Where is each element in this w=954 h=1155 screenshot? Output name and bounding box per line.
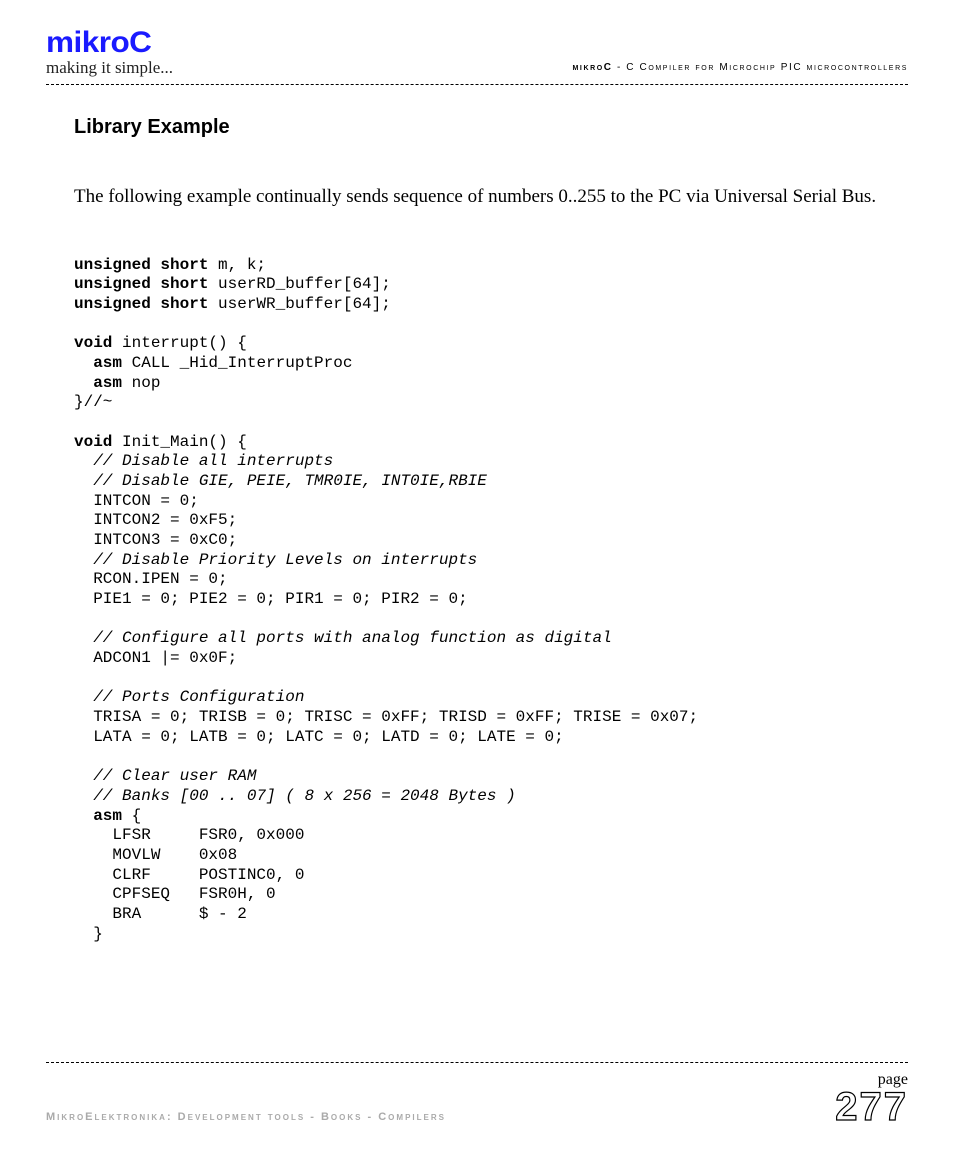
intro-paragraph: The following example continually sends … bbox=[74, 185, 880, 210]
page-number: 277 bbox=[835, 1087, 908, 1127]
header-right-rest: - C Compiler for Microchip PIC microcont… bbox=[613, 62, 908, 73]
code-block: unsigned short m, k; unsigned short user… bbox=[74, 256, 880, 945]
header-right: mikroC - C Compiler for Microchip PIC mi… bbox=[572, 62, 908, 73]
footer-divider bbox=[46, 1062, 908, 1063]
page-content: Library Example The following example co… bbox=[46, 86, 908, 944]
brand-logo: mikroC bbox=[46, 26, 951, 60]
page-footer: MikroElektronika: Development tools - Bo… bbox=[46, 1062, 908, 1127]
footer-right: page 277 bbox=[835, 1071, 908, 1127]
section-title: Library Example bbox=[74, 116, 880, 139]
header-divider bbox=[46, 84, 908, 85]
footer-row: MikroElektronika: Development tools - Bo… bbox=[46, 1071, 908, 1127]
footer-left: MikroElektronika: Development tools - Bo… bbox=[46, 1111, 446, 1127]
header-right-bold: mikroC bbox=[572, 62, 612, 73]
page-header: mikroC making it simple... mikroC - C Co… bbox=[46, 26, 908, 86]
